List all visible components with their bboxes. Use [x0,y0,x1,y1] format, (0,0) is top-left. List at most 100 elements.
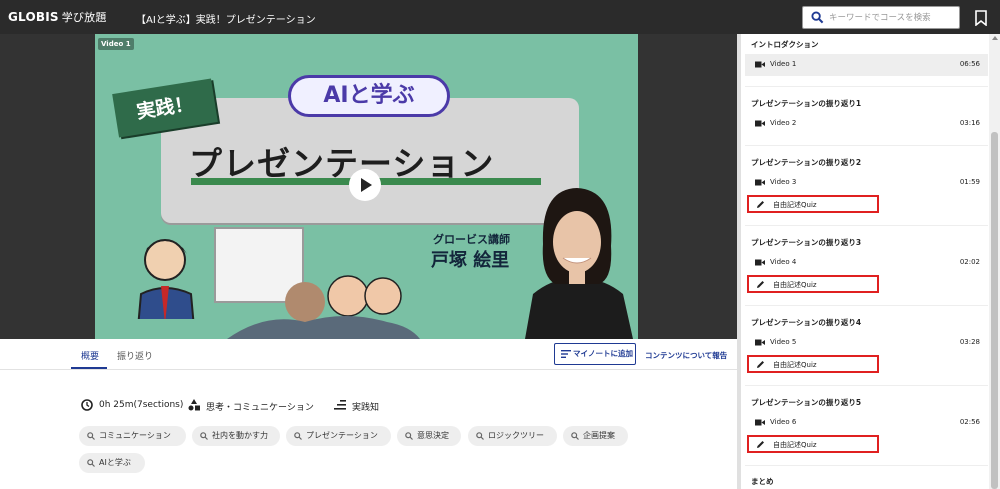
video-item-label: Video 6 [770,418,797,426]
sidebar-edge [737,34,741,489]
add-to-note-label: マイノートに追加 [573,349,633,358]
instructor-photo [525,188,633,339]
pencil-icon [757,281,764,288]
quiz-item-label: 自由記述Quiz [773,201,817,209]
video-item-label: Video 2 [770,119,797,127]
video-item[interactable]: Video 2 03:16 [745,113,988,135]
course-details: 概要 振り返り マイノートに追加 コンテンツについて報告 0h 25m(7sec… [0,339,737,489]
search-box[interactable] [802,6,960,29]
section-title: プレゼンテーションの振り返り5 [751,398,862,407]
video-item[interactable]: Video 3 01:59 [745,172,988,194]
video-item[interactable]: Video 4 02:02 [745,252,988,274]
section-divider [745,145,988,146]
pencil-icon [757,201,764,208]
video-item-label: Video 5 [770,338,797,346]
quiz-item[interactable]: 自由記述Quiz [747,355,879,373]
bookmark-icon[interactable] [974,10,988,26]
report-content-link[interactable]: コンテンツについて報告 [645,350,727,361]
section-title: プレゼンテーションの振り返り2 [751,158,862,167]
tag-label: プレゼンテーション [306,431,378,440]
logo[interactable]: GLOBIS 学び放題 [8,9,107,25]
quiz-item[interactable]: 自由記述Quiz [747,275,879,293]
duration-text: 0h 25m(7sections) [99,400,184,410]
video-player[interactable]: AIと学ぶ 実践！ プレゼンテーション グロービス講師 戸塚 絵里 Video … [95,34,638,339]
quiz-item-label: 自由記述Quiz [773,361,817,369]
search-icon [476,432,484,440]
add-to-note-button[interactable]: マイノートに追加 [554,343,636,365]
logo-main: GLOBIS [8,10,59,24]
level-text: 実践知 [352,403,380,413]
tag-chip[interactable]: 意思決定 [397,426,461,446]
video-camera-icon [755,61,765,68]
video-camera-icon [755,419,765,426]
app-root: GLOBIS学び放題 【AIと学ぶ】実践！プレゼンテーション AIと学ぶ 実践！… [0,0,1000,489]
tag-label: ロジックツリー [488,431,544,440]
section-title: まとめ [751,477,774,486]
video-camera-icon [755,259,765,266]
category-shapes-icon [188,399,200,411]
section-title: プレゼンテーションの振り返り1 [751,99,862,108]
pencil-icon [757,361,764,368]
search-input[interactable] [829,9,957,27]
video-camera-icon [755,179,765,186]
search-icon [87,459,95,467]
search-icon [811,11,824,24]
video-item[interactable]: Video 1 06:56 [745,54,988,76]
search-icon [87,432,95,440]
play-button[interactable] [349,169,381,201]
category-text: 思考・コミュニケーション [206,403,314,413]
quiz-item[interactable]: 自由記述Quiz [747,435,879,453]
video-item-duration: 03:28 [959,338,980,346]
instructor-name: 戸塚 絵里 [431,250,510,271]
video-item-duration: 01:59 [959,178,980,186]
note-list-icon [561,350,571,358]
search-icon [294,432,302,440]
tag-label: 企画提案 [583,431,615,440]
tag-chip[interactable]: 企画提案 [563,426,628,446]
scroll-up-arrow[interactable] [992,36,998,40]
video-item-duration: 06:56 [959,60,980,68]
video-player-area: AIと学ぶ 実践！ プレゼンテーション グロービス講師 戸塚 絵里 Video … [0,34,737,339]
video-item-label: Video 1 [770,60,797,68]
video-item-label: Video 4 [770,258,797,266]
video-item[interactable]: Video 6 02:56 [745,412,988,434]
tab-overview[interactable]: 概要 [81,349,99,362]
scrollbar-thumb[interactable] [991,132,998,489]
section-divider [745,465,988,466]
tag-label: 社内を動かす力 [212,431,268,440]
section-title: プレゼンテーションの振り返り3 [751,238,862,247]
tag-chip[interactable]: AIと学ぶ [79,453,145,473]
tag-label: AIと学ぶ [99,458,131,467]
video-item-duration: 02:56 [959,418,980,426]
quiz-item[interactable]: 自由記述Quiz [747,195,879,213]
tab-review[interactable]: 振り返り [117,349,153,362]
video-item-duration: 03:16 [959,119,980,127]
video-camera-icon [755,120,765,127]
top-bar: GLOBIS 学び放題 【AIと学ぶ】実践！プレゼンテーション [0,0,1000,34]
tabs-divider [0,369,737,370]
tag-chip[interactable]: ロジックツリー [468,426,557,446]
tag-chip[interactable]: 社内を動かす力 [192,426,280,446]
tag-chip[interactable]: プレゼンテーション [286,426,391,446]
search-icon [405,432,413,440]
level-bars-icon [334,400,346,410]
quiz-item-label: 自由記述Quiz [773,441,817,449]
tag-chip[interactable]: コミュニケーション [79,426,186,446]
section-divider [745,385,988,386]
clock-icon [81,399,93,411]
tag-label: コミュニケーション [99,431,171,440]
video-item-duration: 02:02 [959,258,980,266]
thumbnail-illustration [95,227,420,339]
section-divider [745,305,988,306]
pencil-icon [757,441,764,448]
search-icon [571,432,579,440]
course-title: 【AIと学ぶ】実践！プレゼンテーション [136,15,316,26]
video-label: Video 1 [98,38,134,50]
tag-label: 意思決定 [417,431,449,440]
video-item[interactable]: Video 5 03:28 [745,332,988,354]
video-camera-icon [755,339,765,346]
search-icon [200,432,208,440]
course-outline-sidebar: イントロダクション Video 1 06:56 プレゼンテーションの振り返り1 … [737,34,1000,489]
instructor-role: グロービス講師 [433,233,510,246]
section-divider [745,225,988,226]
